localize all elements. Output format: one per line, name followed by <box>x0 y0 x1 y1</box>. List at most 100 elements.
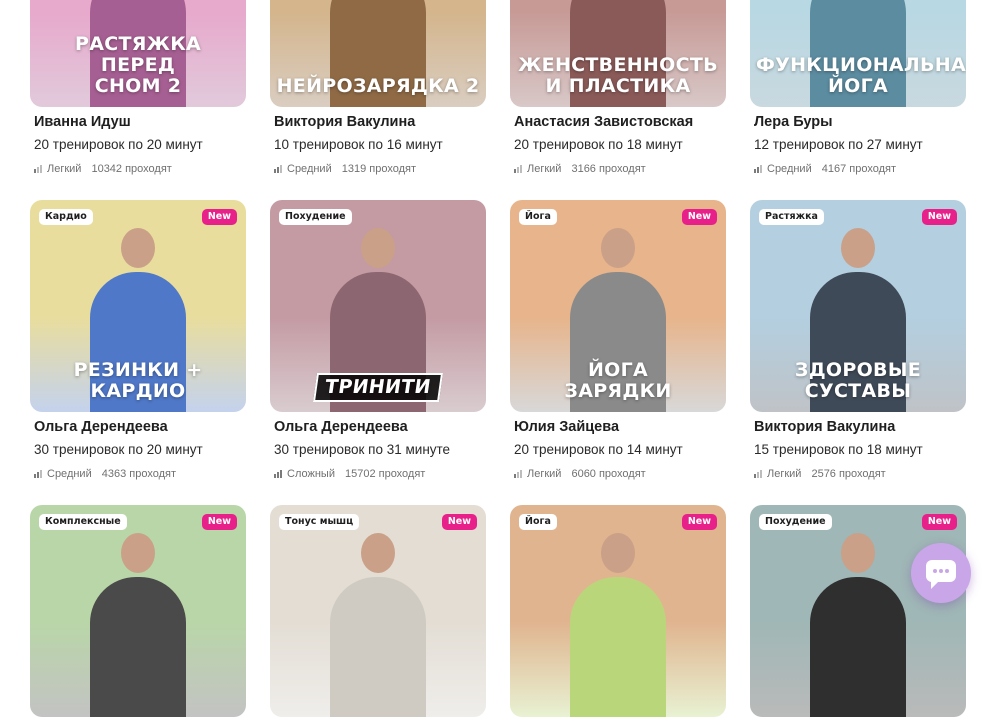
program-card[interactable]: ФУНКЦИОНАЛЬНАЯ ЙОГА Лера Буры 12 тренирово… <box>750 0 966 176</box>
participants-count: 6060 проходят <box>571 468 646 480</box>
program-card[interactable]: Похудение New <box>750 505 966 717</box>
category-tag: Похудение <box>759 514 832 530</box>
program-card[interactable]: Растяжка New ЗДОРОВЫЕ СУСТАВЫ Виктория Ваку… <box>750 200 966 481</box>
trainer-head <box>601 228 635 268</box>
difficulty-bars-icon <box>754 470 762 478</box>
program-description: 20 тренировок по 14 минут <box>514 442 683 457</box>
difficulty-level: Средний <box>47 468 92 480</box>
program-thumbnail[interactable]: РАСТЯЖКА ПЕРЕД СНОМ 2 <box>30 0 246 107</box>
program-thumbnail[interactable]: Похудение New <box>750 505 966 717</box>
trainer-body <box>90 577 186 717</box>
difficulty-level: Легкий <box>767 468 802 480</box>
program-title: РАСТЯЖКА ПЕРЕД СНОМ 2 <box>74 33 202 97</box>
trainer-name[interactable]: Лера Буры <box>754 113 966 131</box>
category-tag: Похудение <box>279 209 352 225</box>
trainer-head <box>361 228 395 268</box>
trainer-name[interactable]: Иванна Идуш <box>34 113 246 131</box>
chat-button[interactable] <box>911 543 971 603</box>
program-title: ТРИНИТИ <box>270 373 486 402</box>
program-meta: Легкий 10342 проходят <box>34 163 246 176</box>
program-meta: Средний 4363 проходят <box>34 468 246 481</box>
category-tag: Растяжка <box>759 209 824 225</box>
trainer-body <box>810 577 906 717</box>
program-card[interactable]: ЖЕНСТВЕННОСТЬ И ПЛАСТИКА Анастасия Завист… <box>510 0 726 176</box>
difficulty-bars-icon <box>754 165 762 173</box>
program-card[interactable]: Комплексные New <box>30 505 246 717</box>
difficulty-level: Легкий <box>527 163 562 175</box>
program-title: ЖЕНСТВЕННОСТЬ И ПЛАСТИКА <box>518 54 718 97</box>
trainer-name[interactable]: Ольга Дерендеева <box>274 418 486 436</box>
participants-count: 15702 проходят <box>344 468 426 480</box>
trainer-head <box>121 228 155 268</box>
participants-count: 4167 проходят <box>821 163 896 175</box>
program-title: ЙОГА ЗАРЯДКИ <box>564 359 672 402</box>
program-description: 12 тренировок по 27 минут <box>754 137 923 152</box>
trainer-name[interactable]: Виктория Вакулина <box>274 113 486 131</box>
program-description: 20 тренировок по 18 минут <box>514 137 683 152</box>
program-meta: Легкий 2576 проходят <box>754 468 966 481</box>
trainer-name[interactable]: Ольга Дерендеева <box>34 418 246 436</box>
participants-count: 1319 проходят <box>341 163 416 175</box>
trainer-name[interactable]: Анастасия Завистовская <box>514 113 726 131</box>
program-description: 20 тренировок по 20 минут <box>34 137 203 152</box>
trainer-name[interactable]: Юлия Зайцева <box>514 418 726 436</box>
participants-count: 3166 проходят <box>571 163 646 175</box>
program-title: ЗДОРОВЫЕ СУСТАВЫ <box>794 359 922 402</box>
program-meta: Сложный 15702 проходят <box>274 468 486 481</box>
trainer-photo <box>570 533 666 717</box>
new-badge: New <box>201 209 237 225</box>
category-tag: Тонус мышц <box>279 514 360 530</box>
program-thumbnail[interactable]: Комплексные New <box>30 505 246 717</box>
program-thumbnail[interactable]: Похудение ТРИНИТИ <box>270 200 486 412</box>
program-description: 30 тренировок по 31 минуте <box>274 442 451 457</box>
program-meta: Средний 1319 проходят <box>274 163 486 176</box>
program-meta: Легкий 3166 проходят <box>514 163 726 176</box>
trainer-head <box>121 533 155 573</box>
trainer-body <box>330 577 426 717</box>
program-thumbnail[interactable]: Йога New ЙОГА ЗАРЯДКИ <box>510 200 726 412</box>
difficulty-bars-icon <box>514 470 522 478</box>
new-badge: New <box>201 514 237 530</box>
program-card[interactable]: НЕЙРОЗАРЯДКА 2 Виктория Вакулина 10 тренир… <box>270 0 486 176</box>
program-thumbnail[interactable]: Кардио New РЕЗИНКИ + КАРДИО <box>30 200 246 412</box>
program-card[interactable]: РАСТЯЖКА ПЕРЕД СНОМ 2 Иванна Идуш 20 трени… <box>30 0 246 176</box>
trainer-photo <box>810 533 906 717</box>
new-badge: New <box>921 514 957 530</box>
program-description: 15 тренировок по 18 минут <box>754 442 923 457</box>
new-badge: New <box>921 209 957 225</box>
difficulty-level: Средний <box>767 163 812 175</box>
program-thumbnail[interactable]: Йога New <box>510 505 726 717</box>
program-thumbnail[interactable]: Тонус мышц New <box>270 505 486 717</box>
difficulty-level: Средний <box>287 163 332 175</box>
difficulty-level: Легкий <box>47 163 82 175</box>
difficulty-bars-icon <box>34 470 42 478</box>
program-card[interactable]: Йога New <box>510 505 726 717</box>
program-title: НЕЙРОЗАРЯДКА 2 <box>276 75 480 97</box>
difficulty-level: Сложный <box>287 468 335 480</box>
program-thumbnail[interactable]: ЖЕНСТВЕННОСТЬ И ПЛАСТИКА <box>510 0 726 107</box>
trainer-body <box>570 577 666 717</box>
new-badge: New <box>681 514 717 530</box>
trainer-name[interactable]: Виктория Вакулина <box>754 418 966 436</box>
program-card[interactable]: Тонус мышц New <box>270 505 486 717</box>
program-thumbnail[interactable]: НЕЙРОЗАРЯДКА 2 <box>270 0 486 107</box>
new-badge: New <box>441 514 477 530</box>
category-tag: Йога <box>519 514 557 530</box>
chat-icon <box>926 560 956 589</box>
program-card[interactable]: Кардио New РЕЗИНКИ + КАРДИО Ольга Дерендеев… <box>30 200 246 481</box>
new-badge: New <box>681 209 717 225</box>
trainer-head <box>841 228 875 268</box>
trainer-head <box>841 533 875 573</box>
program-thumbnail[interactable]: ФУНКЦИОНАЛЬНАЯ ЙОГА <box>750 0 966 107</box>
program-thumbnail[interactable]: Растяжка New ЗДОРОВЫЕ СУСТАВЫ <box>750 200 966 412</box>
difficulty-bars-icon <box>34 165 42 173</box>
program-card[interactable]: Йога New ЙОГА ЗАРЯДКИ Юлия Зайцева 20 тренир… <box>510 200 726 481</box>
trainer-photo <box>90 533 186 717</box>
participants-count: 10342 проходят <box>91 163 172 175</box>
difficulty-bars-icon <box>274 470 282 478</box>
trainer-head <box>601 533 635 573</box>
program-meta: Легкий 6060 проходят <box>514 468 726 481</box>
difficulty-bars-icon <box>514 165 522 173</box>
difficulty-bars-icon <box>274 165 282 173</box>
program-card[interactable]: Похудение ТРИНИТИ Ольга Дерендеева 30 трени… <box>270 200 486 481</box>
